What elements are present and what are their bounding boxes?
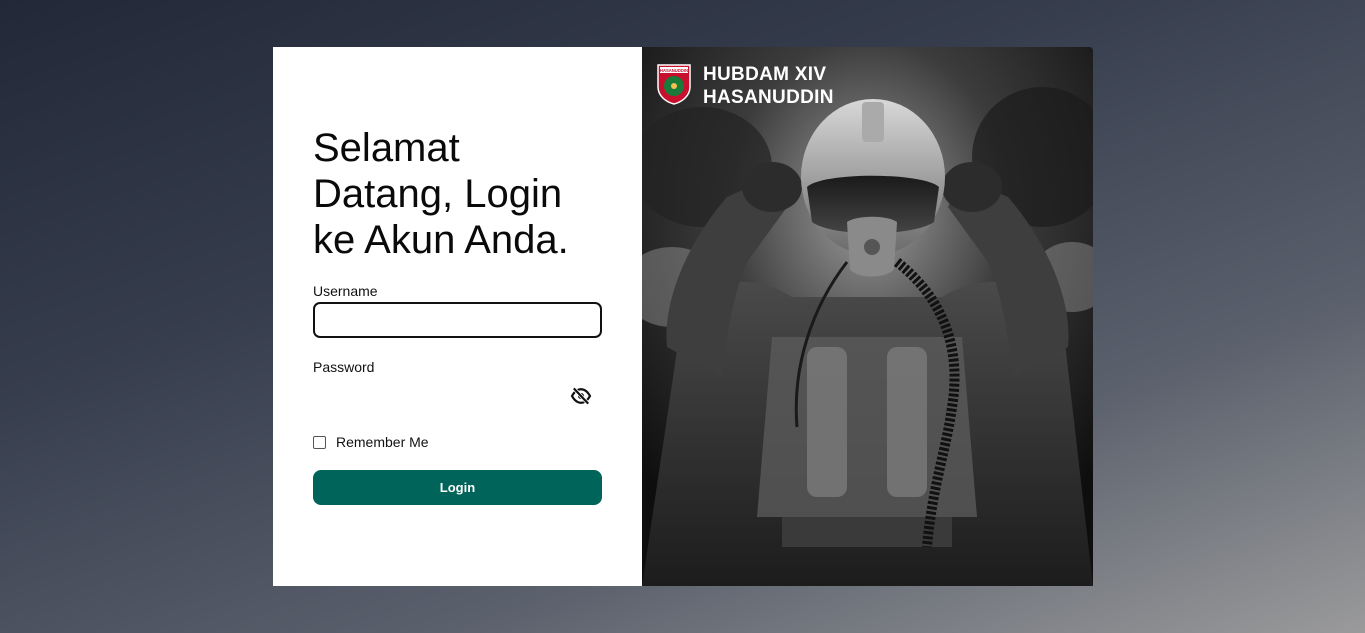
password-label: Password bbox=[313, 359, 375, 375]
shield-emblem-icon: HASANUDDIN bbox=[657, 64, 691, 105]
pilot-photo bbox=[642, 47, 1093, 586]
remember-me[interactable]: Remember Me bbox=[313, 434, 429, 450]
eye-slash-icon[interactable] bbox=[570, 387, 592, 405]
page-title: Selamat Datang, Login ke Akun Anda. bbox=[313, 126, 569, 262]
username-input[interactable] bbox=[313, 302, 602, 338]
password-input[interactable] bbox=[313, 379, 602, 415]
brand: HASANUDDIN HUBDAM XIV HASANUDDIN bbox=[656, 63, 834, 109]
brand-line-1: HUBDAM XIV bbox=[703, 64, 827, 85]
emblem-text: HASANUDDIN bbox=[660, 68, 688, 73]
username-label: Username bbox=[313, 283, 378, 299]
remember-label: Remember Me bbox=[336, 434, 429, 450]
brand-line-2: HASANUDDIN bbox=[703, 87, 834, 108]
login-button[interactable]: Login bbox=[313, 470, 602, 505]
hero-panel: HASANUDDIN HUBDAM XIV HASANUDDIN bbox=[642, 47, 1093, 586]
brand-name: HUBDAM XIV HASANUDDIN bbox=[703, 63, 834, 109]
login-card: Selamat Datang, Login ke Akun Anda. User… bbox=[273, 47, 1093, 586]
login-panel: Selamat Datang, Login ke Akun Anda. User… bbox=[273, 47, 642, 586]
remember-checkbox[interactable] bbox=[313, 435, 326, 449]
